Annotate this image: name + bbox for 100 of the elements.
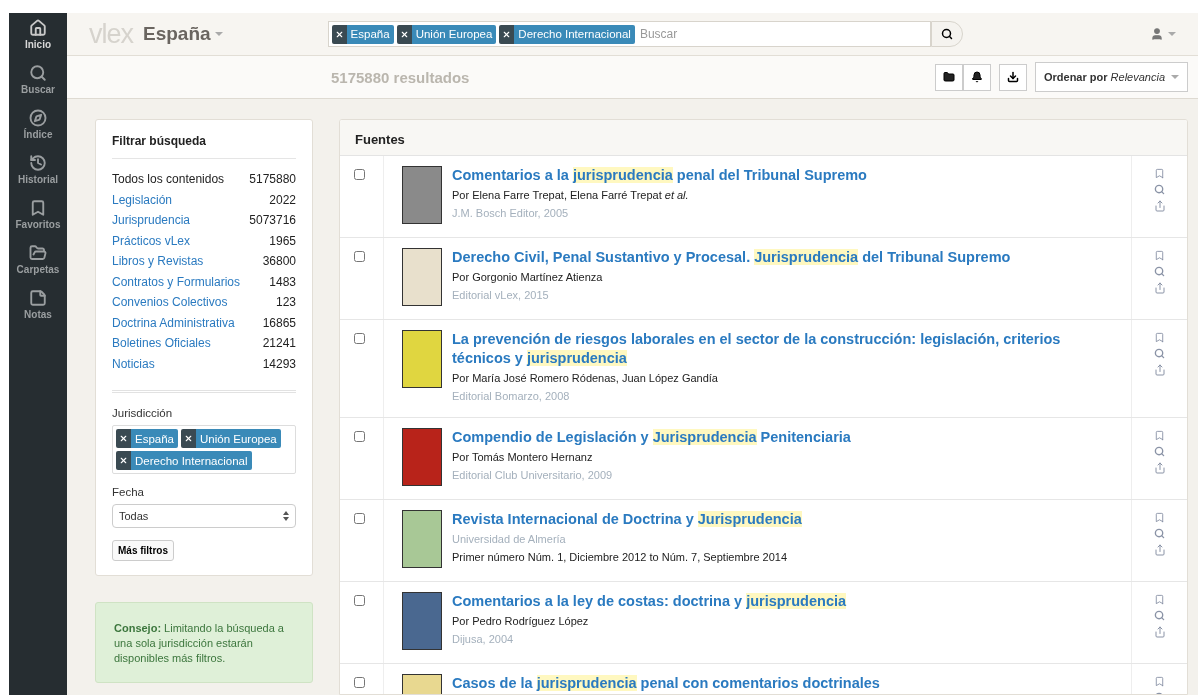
share-icon[interactable] <box>1153 626 1166 638</box>
result-meta: J.M. Bosch Editor, 2005 <box>452 206 570 221</box>
search-icon[interactable] <box>1154 184 1165 195</box>
row-checkbox[interactable] <box>354 251 365 262</box>
filter-link[interactable]: Noticias <box>112 353 155 374</box>
share-icon[interactable] <box>1153 282 1166 294</box>
row-checkbox[interactable] <box>354 595 365 606</box>
filter-count: 14293 <box>262 355 296 373</box>
filter-link[interactable]: Jurisprudencia <box>112 210 191 231</box>
download-button[interactable] <box>998 63 1027 91</box>
result-meta: Por María José Romero Ródenas, Juan López Gandía <box>452 371 719 386</box>
result-meta: Primer número Núm. 1, Diciembre 2012 to Núm. 7, Septiembre 2014 <box>452 550 789 565</box>
share-icon[interactable] <box>1153 462 1166 474</box>
bookmark-icon[interactable] <box>1154 250 1165 261</box>
result-meta: Por Gorgonio Martínez Atienza <box>452 270 604 285</box>
close-icon[interactable] <box>502 29 512 39</box>
nav-item[interactable]: Índice <box>9 105 67 144</box>
date-select[interactable]: Todas <box>112 504 296 528</box>
search-icon <box>29 64 47 82</box>
nav-item[interactable]: Inicio <box>9 15 67 54</box>
bookmark-icon[interactable] <box>1154 332 1165 343</box>
user-icon[interactable] <box>1150 27 1176 41</box>
bookmark-icon <box>29 199 47 217</box>
search-icon[interactable] <box>1154 610 1165 621</box>
history-icon <box>29 154 47 172</box>
note-icon <box>29 289 47 307</box>
bookmark-icon[interactable] <box>1154 676 1165 687</box>
nav-item[interactable]: Buscar <box>9 60 67 99</box>
tag-field[interactable]: España Unión Europea Derecho Internacional <box>112 425 296 474</box>
nav-item[interactable]: Favoritos <box>9 195 67 234</box>
filter-count: 36800 <box>262 253 296 270</box>
share-icon[interactable] <box>1153 544 1166 556</box>
close-icon[interactable] <box>184 434 193 443</box>
filter-count: 123 <box>275 294 296 311</box>
row-checkbox[interactable] <box>354 333 365 344</box>
more-filters-button[interactable]: Más filtros <box>112 540 174 561</box>
results-count: 5175880 resultados <box>331 68 470 86</box>
close-icon[interactable] <box>119 456 128 465</box>
panel-title: Fuentes <box>340 120 1187 156</box>
close-icon[interactable] <box>334 29 344 39</box>
share-icon[interactable] <box>1153 200 1166 212</box>
row-checkbox[interactable] <box>354 431 365 442</box>
filter-count: 21241 <box>262 335 296 352</box>
share-icon[interactable] <box>1153 364 1166 376</box>
result-meta: Editorial Club Universitario, 2009 <box>452 468 614 483</box>
filter-link[interactable]: Legislación <box>112 189 173 210</box>
nav-item[interactable]: Carpetas <box>9 240 67 279</box>
filter-link[interactable]: Doctrina Administrativa <box>112 312 235 333</box>
close-icon[interactable] <box>399 29 409 39</box>
field-label: Fecha <box>112 486 145 498</box>
filter-count: 1483 <box>269 273 296 291</box>
row-checkbox[interactable] <box>354 513 365 524</box>
bookmark-icon[interactable] <box>1154 430 1165 441</box>
search-icon[interactable] <box>1154 446 1165 457</box>
filter-link[interactable]: Todos los contenidos <box>112 169 225 190</box>
result-title[interactable]: Derecho Civil, Penal Sustantivo y Procesal. Jurisprudencia del Tribunal Supremo <box>452 248 1011 267</box>
result-meta: Por Tomás Montero Hernanz <box>452 450 594 465</box>
result-title[interactable]: Comentarios a la ley de costas: doctrina y jurisprudencia <box>452 592 847 611</box>
result-title[interactable]: Revista Internacional de Doctrina y Jurisprudencia <box>452 510 802 529</box>
search-icon <box>940 28 953 40</box>
bookmark-icon[interactable] <box>1154 512 1165 523</box>
folder-icon <box>942 71 955 83</box>
row-checkbox[interactable] <box>354 677 365 688</box>
result-meta: Universidad de Almería <box>452 532 567 547</box>
search-button[interactable] <box>930 21 963 47</box>
folder-button[interactable] <box>934 63 963 91</box>
search-icon[interactable] <box>1154 348 1165 359</box>
nav-item[interactable]: Historial <box>9 150 67 189</box>
filter-link[interactable]: Prácticos vLex <box>112 230 191 251</box>
bookmark-icon[interactable] <box>1154 594 1165 605</box>
search-icon[interactable] <box>1154 528 1165 539</box>
filter-link[interactable]: Libros y Revistas <box>112 251 204 272</box>
filter-count: 5073716 <box>249 212 296 229</box>
sort-dropdown[interactable]: Ordenar por Relevancia <box>1034 62 1188 92</box>
filter-link[interactable]: Boletines Oficiales <box>112 333 211 354</box>
nav-item[interactable]: Notas <box>9 285 67 324</box>
bookmark-icon[interactable] <box>1154 168 1165 179</box>
bell-button[interactable] <box>962 63 991 91</box>
result-meta: Editorial vLex, 2015 <box>452 288 550 303</box>
folder-icon <box>29 244 47 262</box>
country-dropdown[interactable]: España <box>143 23 223 45</box>
compass-icon <box>29 109 47 127</box>
result-meta: Por Pedro Rodríguez López <box>452 614 590 629</box>
result-title[interactable]: Casos de la jurisprudencia penal con comentarios doctrinales <box>452 674 880 693</box>
field-label: Jurisdicción <box>112 407 174 419</box>
panel-title: Filtrar búsqueda <box>112 134 296 159</box>
search-field[interactable]: España Unión Europea Derecho Internacional Buscar <box>327 21 931 47</box>
result-title[interactable]: La prevención de riesgos laborales en el sector de la construcción: legislación, criterios técnicos y jurisprudencia <box>452 330 1121 368</box>
updown-icon <box>283 511 289 521</box>
filter-link[interactable]: Contratos y Formularios <box>112 271 241 292</box>
row-checkbox[interactable] <box>354 169 365 180</box>
result-title[interactable]: Compendio de Legislación y Jurisprudencia Penitenciaria <box>452 428 851 447</box>
filter-count: 5175880 <box>249 171 296 188</box>
home-icon <box>29 19 47 37</box>
result-title[interactable]: Comentarios a la jurisprudencia penal del Tribunal Supremo <box>452 166 867 185</box>
filter-count: 16865 <box>262 314 296 332</box>
search-icon[interactable] <box>1154 266 1165 277</box>
tip-message: Consejo: Limitando la búsqueda a una sola jurisdicción estarán disponibles más filtros. <box>95 602 313 683</box>
close-icon[interactable] <box>119 434 128 443</box>
filter-link[interactable]: Convenios Colectivos <box>112 292 228 313</box>
